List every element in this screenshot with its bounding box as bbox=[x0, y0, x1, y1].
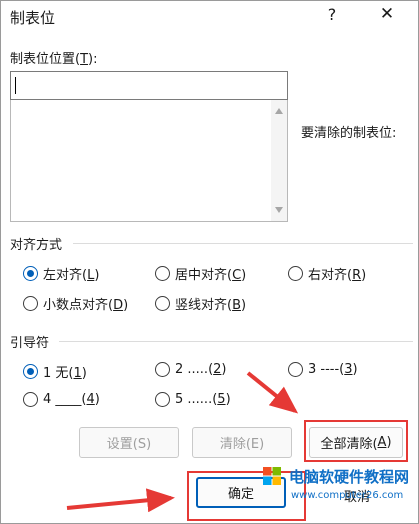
windows-logo-icon bbox=[263, 467, 281, 485]
align-left-text: 左对齐( bbox=[43, 268, 88, 283]
set-button[interactable]: 设置(S) bbox=[79, 427, 179, 458]
leader-middle-dots-suffix: ) bbox=[225, 392, 231, 407]
radio-circle[interactable] bbox=[155, 266, 170, 281]
radio-circle[interactable] bbox=[288, 362, 303, 377]
leader-none-suffix: ) bbox=[81, 366, 87, 381]
leader-middle-dots-hotkey: 5 bbox=[217, 392, 226, 407]
radio-circle[interactable] bbox=[155, 392, 170, 407]
align-decimal-suffix: ) bbox=[123, 298, 129, 313]
leader-dots-text: 2 .....( bbox=[175, 362, 214, 377]
leader-underline-hotkey: 4 bbox=[86, 392, 95, 407]
leader-divider bbox=[59, 341, 413, 342]
tab-position-hotkey: T bbox=[80, 52, 89, 67]
scroll-up-icon[interactable] bbox=[275, 108, 283, 114]
leader-dashes-suffix: ) bbox=[352, 362, 358, 377]
align-decimal-hotkey: D bbox=[113, 298, 124, 313]
alignment-divider bbox=[73, 243, 413, 244]
align-right-radio[interactable]: 右对齐(R) bbox=[288, 264, 366, 283]
leader-underline-radio[interactable]: 4 ____(4) bbox=[23, 392, 100, 407]
leader-dots-label: 2 .....(2) bbox=[175, 362, 227, 377]
tab-position-label-suffix: ): bbox=[88, 52, 98, 67]
align-center-radio[interactable]: 居中对齐(C) bbox=[155, 264, 246, 283]
leader-middle-dots-label: 5 ......(5) bbox=[175, 392, 231, 407]
leader-group-title: 引导符 bbox=[10, 336, 50, 351]
leader-dashes-label: 3 ----(3) bbox=[308, 362, 358, 377]
align-decimal-text: 小数点对齐( bbox=[43, 298, 114, 313]
align-right-hotkey: R bbox=[352, 268, 362, 283]
leader-underline-suffix: ) bbox=[94, 392, 100, 407]
align-bar-text: 竖线对齐( bbox=[175, 298, 233, 313]
radio-circle[interactable] bbox=[23, 266, 38, 281]
leader-underline-text: 4 ____( bbox=[43, 392, 87, 407]
dialog-title: 制表位 bbox=[10, 9, 56, 27]
clear-tabs-label: 要清除的制表位: bbox=[301, 126, 397, 141]
radio-circle[interactable] bbox=[155, 362, 170, 377]
alignment-group-title: 对齐方式 bbox=[10, 238, 63, 253]
radio-circle[interactable] bbox=[155, 296, 170, 311]
arrow-to-ok-icon bbox=[66, 488, 175, 513]
watermark-title: 电脑软硬件教程网 bbox=[289, 468, 410, 486]
align-left-radio[interactable]: 左对齐(L) bbox=[23, 264, 99, 283]
arrow-to-clear-all-icon bbox=[246, 371, 299, 414]
leader-dashes-radio[interactable]: 3 ----(3) bbox=[288, 362, 358, 377]
radio-circle[interactable] bbox=[23, 296, 38, 311]
list-scrollbar[interactable] bbox=[271, 100, 287, 221]
tab-position-input[interactable] bbox=[10, 71, 288, 100]
align-left-suffix: ) bbox=[94, 268, 100, 283]
leader-none-label: 1 无(1) bbox=[43, 362, 87, 381]
radio-circle[interactable] bbox=[23, 364, 38, 379]
align-center-suffix: ) bbox=[241, 268, 247, 283]
align-right-suffix: ) bbox=[361, 268, 367, 283]
tab-stop-list[interactable] bbox=[10, 100, 288, 222]
leader-none-text: 1 无( bbox=[43, 366, 74, 381]
align-bar-suffix: ) bbox=[241, 298, 247, 313]
align-bar-radio[interactable]: 竖线对齐(B) bbox=[155, 294, 246, 313]
close-icon[interactable]: ✕ bbox=[377, 4, 397, 24]
align-right-text: 右对齐( bbox=[308, 268, 353, 283]
clear-all-highlight-box bbox=[304, 420, 408, 462]
clear-button[interactable]: 清除(E) bbox=[192, 427, 292, 458]
text-caret bbox=[15, 77, 16, 94]
leader-none-radio[interactable]: 1 无(1) bbox=[23, 362, 87, 381]
tab-position-label-text: 制表位位置( bbox=[10, 52, 81, 67]
watermark-url: www.computer26.com bbox=[291, 490, 404, 501]
leader-underline-label: 4 ____(4) bbox=[43, 392, 100, 407]
leader-middle-dots-text: 5 ......( bbox=[175, 392, 218, 407]
align-decimal-radio[interactable]: 小数点对齐(D) bbox=[23, 294, 128, 313]
align-bar-hotkey: B bbox=[232, 298, 241, 313]
radio-circle[interactable] bbox=[288, 266, 303, 281]
scroll-down-icon[interactable] bbox=[275, 207, 283, 213]
radio-circle[interactable] bbox=[23, 392, 38, 407]
align-left-label: 左对齐(L) bbox=[43, 264, 99, 283]
align-center-hotkey: C bbox=[232, 268, 242, 283]
tabs-dialog: 制表位 ? ✕ 制表位位置(T): 要清除的制表位: 对齐方式 左对齐(L) 居… bbox=[0, 0, 419, 524]
align-bar-label: 竖线对齐(B) bbox=[175, 294, 246, 313]
align-decimal-label: 小数点对齐(D) bbox=[43, 294, 128, 313]
leader-middle-dots-radio[interactable]: 5 ......(5) bbox=[155, 392, 231, 407]
leader-dots-radio[interactable]: 2 .....(2) bbox=[155, 362, 227, 377]
leader-dashes-text: 3 ----( bbox=[308, 362, 345, 377]
align-center-label: 居中对齐(C) bbox=[175, 264, 246, 283]
tab-position-label: 制表位位置(T): bbox=[10, 48, 97, 67]
leader-dashes-hotkey: 3 bbox=[344, 362, 353, 377]
leader-dots-suffix: ) bbox=[221, 362, 227, 377]
help-icon[interactable]: ? bbox=[323, 5, 341, 24]
align-right-label: 右对齐(R) bbox=[308, 264, 366, 283]
leader-none-hotkey: 1 bbox=[73, 366, 82, 381]
align-center-text: 居中对齐( bbox=[175, 268, 233, 283]
